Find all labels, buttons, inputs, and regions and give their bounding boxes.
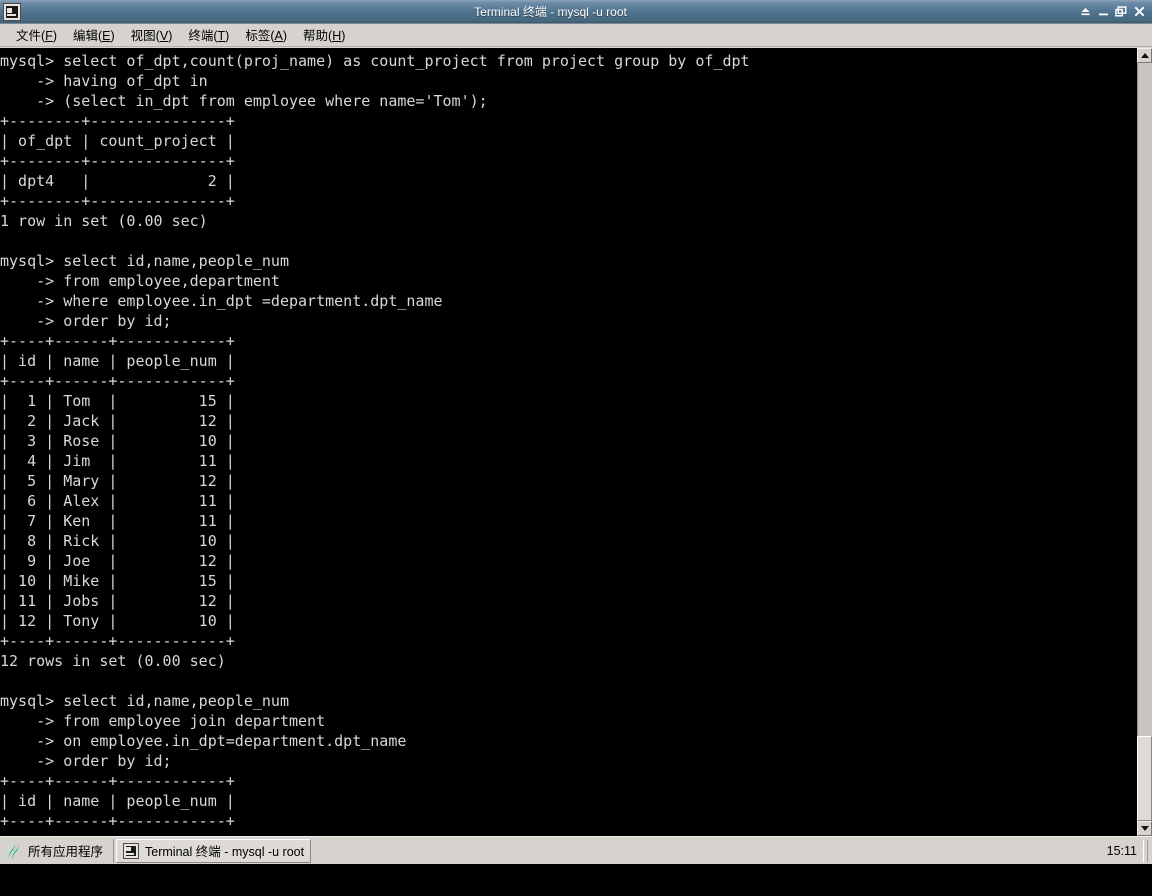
terminal-line: | 5 | Mary | 12 | <box>0 472 235 490</box>
menu-tabs-label: 标签( <box>245 29 275 43</box>
menu-file-label: 文件( <box>16 29 46 43</box>
terminal-line: | dpt4 | 2 | <box>0 172 235 190</box>
terminal-scrollbar[interactable] <box>1134 48 1152 836</box>
system-tray: 15:11 <box>1101 838 1152 864</box>
close-button[interactable] <box>1130 2 1148 22</box>
terminal-line: -> from employee join department <box>0 712 326 730</box>
menu-view-tail: ) <box>168 29 173 43</box>
terminal-line: 1 row in set (0.00 sec) <box>0 212 208 230</box>
terminal-line: | 3 | Rose | 10 | <box>0 432 235 450</box>
all-applications-label: 所有应用程序 <box>28 845 104 859</box>
menu-terminal-tail: ) <box>225 29 230 43</box>
terminal-line: | 2 | Jack | 12 | <box>0 412 235 430</box>
terminal-icon <box>123 842 140 859</box>
window-title: Terminal 终端 - mysql -u root <box>474 5 627 19</box>
menu-help-label: 帮助( <box>303 29 333 43</box>
menu-file[interactable]: 文件(F) <box>8 23 65 47</box>
desktop-background <box>0 864 1152 896</box>
terminal-line: +----+------+------------+ <box>0 332 235 350</box>
menubar: 文件(F) 编辑(E) 视图(V) 终端(T) 标签(A) 帮助(H) <box>0 24 1152 47</box>
menu-edit[interactable]: 编辑(E) <box>65 23 123 47</box>
terminal-line: +--------+---------------+ <box>0 192 235 210</box>
terminal-window: Terminal 终端 - mysql -u root 文件(F) 编辑(E) … <box>0 0 1152 836</box>
terminal-line: | id | name | people_num | <box>0 792 235 810</box>
terminal-line: | 10 | Mike | 15 | <box>0 572 235 590</box>
terminal-output[interactable]: mysql> select of_dpt,count(proj_name) as… <box>0 48 1134 836</box>
terminal-line: | 8 | Rick | 10 | <box>0 532 235 550</box>
window-controls <box>1076 2 1148 22</box>
terminal-line: -> (select in_dpt from employee where na… <box>0 92 488 110</box>
terminal-line: | 9 | Joe | 12 | <box>0 552 235 570</box>
menu-view-accel: V <box>159 29 169 43</box>
terminal-line: +----+------+------------+ <box>0 812 235 830</box>
terminal-line: -> from employee,department <box>0 272 280 290</box>
terminal-line: mysql> select id,name,people_num <box>0 252 289 270</box>
terminal-line: +----+------+------------+ <box>0 372 235 390</box>
taskbar-separator <box>113 838 115 863</box>
menu-view[interactable]: 视图(V) <box>123 23 181 47</box>
desktop: Terminal 终端 - mysql -u root 文件(F) 编辑(E) … <box>0 0 1152 896</box>
menu-tabs[interactable]: 标签(A) <box>237 23 295 47</box>
menu-tabs-accel: A <box>274 29 283 43</box>
terminal-line: | 11 | Jobs | 12 | <box>0 592 235 610</box>
terminal-line: 12 rows in set (0.00 sec) <box>0 652 226 670</box>
scroll-down-arrow-icon[interactable] <box>1137 821 1152 836</box>
terminal-line: | 6 | Alex | 11 | <box>0 492 235 510</box>
terminal-line: -> order by id; <box>0 752 172 770</box>
terminal-line: -> where employee.in_dpt =department.dpt… <box>0 292 443 310</box>
menu-view-label: 视图( <box>130 29 160 43</box>
terminal-line: mysql> select id,name,people_num <box>0 692 289 710</box>
terminal-line: | 7 | Ken | 11 | <box>0 512 235 530</box>
terminal-area: mysql> select of_dpt,count(proj_name) as… <box>0 48 1152 836</box>
menu-edit-label: 编辑( <box>72 29 103 43</box>
clock[interactable]: 15:11 <box>1101 844 1143 858</box>
terminal-line: -> order by id; <box>0 312 172 330</box>
terminal-text: mysql> select of_dpt,count(proj_name) as… <box>0 51 750 831</box>
all-applications-button[interactable]: 所有应用程序 <box>0 838 111 864</box>
menu-edit-accel: E <box>102 29 111 43</box>
maximize-button[interactable] <box>1112 2 1130 22</box>
terminal-line: mysql> select of_dpt,count(proj_name) as… <box>0 52 750 70</box>
menu-help-accel: H <box>332 29 342 43</box>
taskbar-window-button[interactable]: Terminal 终端 - mysql -u root <box>116 838 312 863</box>
scrollbar-track[interactable] <box>1137 48 1152 836</box>
terminal-line: | 12 | Tony | 10 | <box>0 612 235 630</box>
taskbar: 所有应用程序 Terminal 终端 - mysql -u root 15:11 <box>0 836 1152 864</box>
terminal-line: | of_dpt | count_project | <box>0 132 235 150</box>
menu-help-tail: ) <box>341 29 346 43</box>
menu-file-accel: F <box>45 29 53 43</box>
terminal-line: +----+------+------------+ <box>0 632 235 650</box>
terminal-line: | id | name | people_num | <box>0 352 235 370</box>
terminal-icon <box>3 2 21 21</box>
terminal-line: -> on employee.in_dpt=department.dpt_nam… <box>0 732 407 750</box>
tray-resize-handle[interactable] <box>1143 839 1148 862</box>
terminal-line: +----+------+------------+ <box>0 772 235 790</box>
leaf-logo-icon <box>4 842 22 860</box>
terminal-line: -> having of_dpt in <box>0 72 208 90</box>
scroll-up-arrow-icon[interactable] <box>1137 48 1152 63</box>
menu-tabs-tail: ) <box>282 29 288 43</box>
menu-help[interactable]: 帮助(H) <box>295 23 353 47</box>
terminal-line: +--------+---------------+ <box>0 112 235 130</box>
scrollbar-thumb[interactable] <box>1137 736 1152 821</box>
menu-terminal[interactable]: 终端(T) <box>180 23 237 47</box>
menu-terminal-label: 终端( <box>188 29 218 43</box>
terminal-line: +--------+---------------+ <box>0 152 235 170</box>
window-titlebar[interactable]: Terminal 终端 - mysql -u root <box>0 0 1152 24</box>
minimize-button[interactable] <box>1094 2 1112 22</box>
menu-file-tail: ) <box>52 29 57 43</box>
shade-button[interactable] <box>1076 2 1094 22</box>
menu-edit-tail: ) <box>110 29 115 43</box>
terminal-line: | 4 | Jim | 11 | <box>0 452 235 470</box>
terminal-line: | 1 | Tom | 15 | <box>0 392 235 410</box>
taskbar-window-label: Terminal 终端 - mysql -u root <box>145 845 305 859</box>
